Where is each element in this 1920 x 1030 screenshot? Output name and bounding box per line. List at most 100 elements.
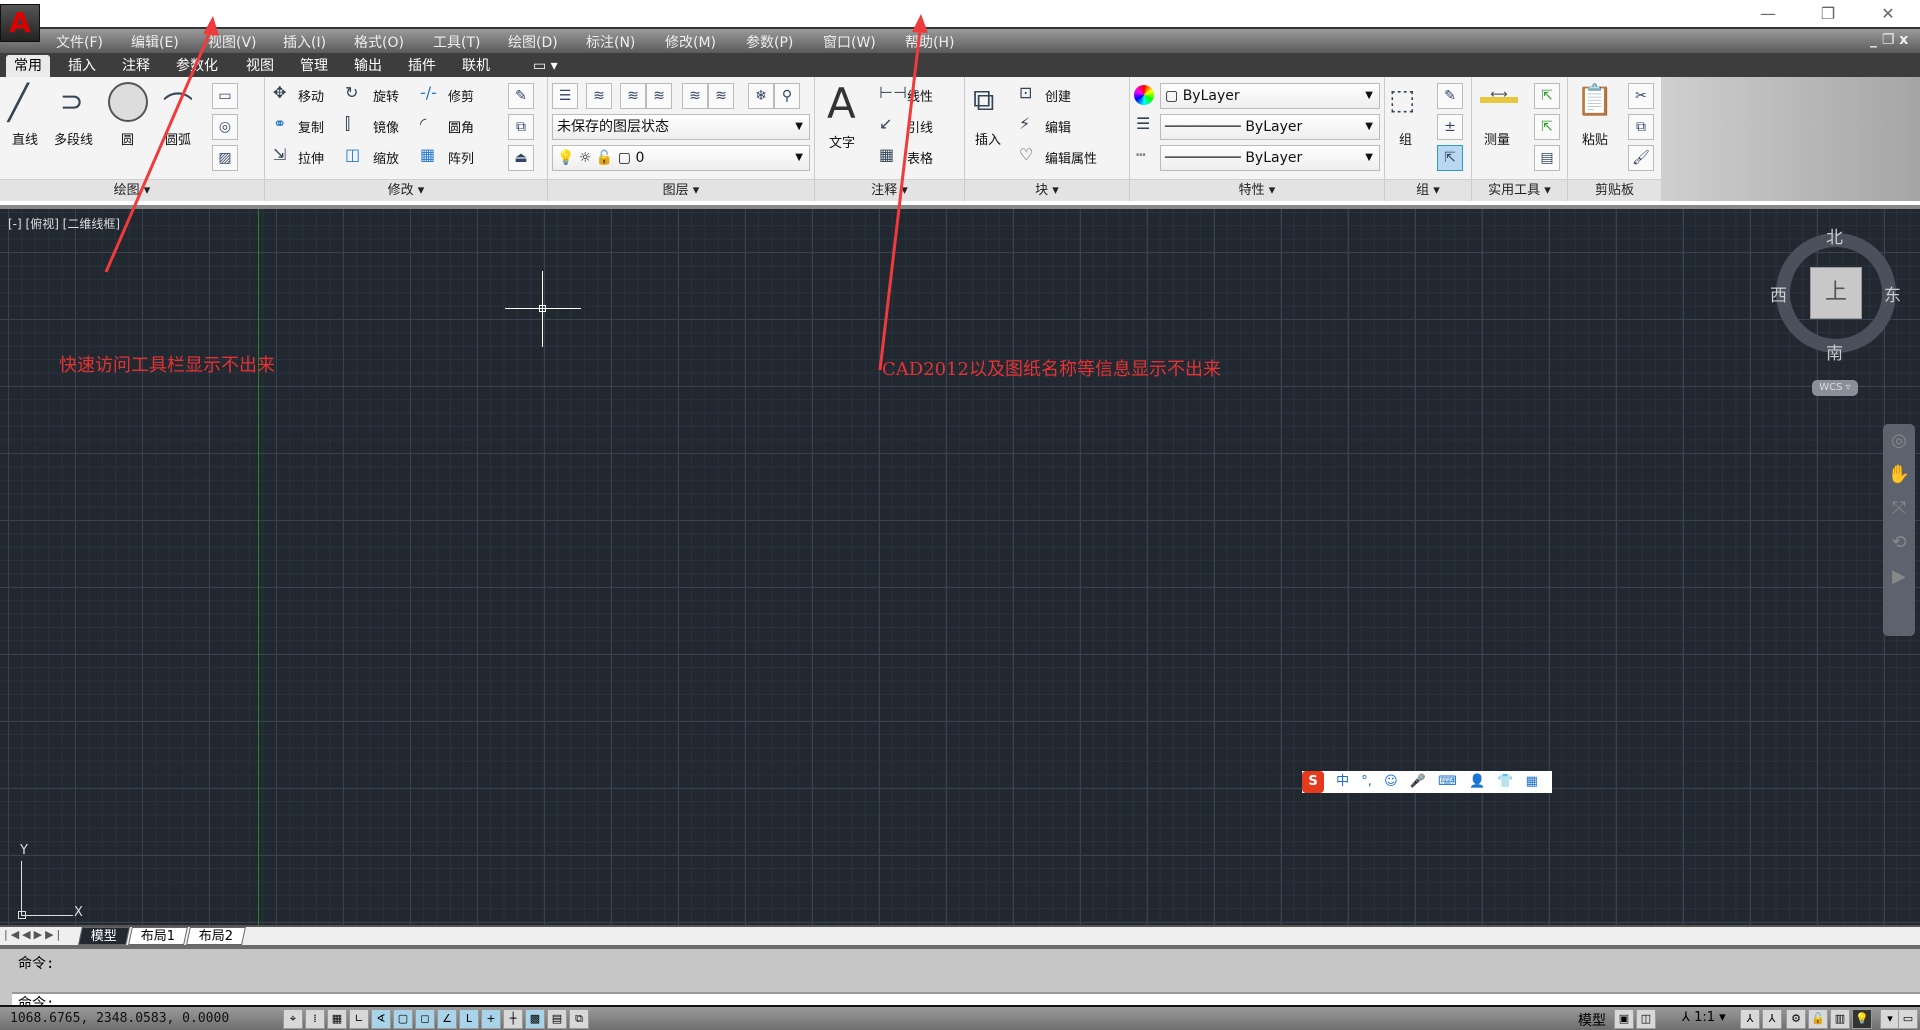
ellipse-icon[interactable]: ◎ [212,114,238,140]
wcs-menu[interactable]: WCS ▿ [1812,380,1858,396]
text-icon[interactable]: A [827,79,856,128]
move-button[interactable]: 移动 [298,86,324,105]
compass-south[interactable]: 南 [1826,339,1843,364]
group-add-remove-icon[interactable]: ± [1437,114,1463,140]
panel-title-properties[interactable]: 特性 ▾ [1130,179,1384,201]
lineweight-dropdown[interactable]: ───────── ByLayer ▼ [1160,114,1380,140]
infer-constraints-toggle[interactable]: ⌖ [283,1009,303,1029]
array-button[interactable]: 阵列 [448,148,474,167]
paste-button[interactable]: 粘贴 [1582,129,1608,148]
isolate-objects-icon[interactable]: 💡 [1852,1009,1872,1029]
group-button[interactable]: 组 [1399,129,1412,148]
table-button[interactable]: 表格 [907,148,933,167]
select-all-icon[interactable]: ⇱ [1534,114,1560,140]
steering-wheel-icon[interactable]: ◎ [1883,424,1915,458]
insert-block-icon[interactable]: ⧉ [973,83,994,118]
trim-button[interactable]: 修剪 [448,86,474,105]
scale-button[interactable]: 缩放 [373,148,399,167]
stretch-button[interactable]: 拉伸 [298,148,324,167]
osnap-toggle[interactable]: ▢ [393,1009,413,1029]
snap-toggle[interactable]: ⁞ [305,1009,325,1029]
tab-model[interactable]: 模型 [78,927,130,945]
leader-button[interactable]: 引线 [907,117,933,136]
pan-icon[interactable]: ✋ [1883,458,1915,492]
circle-icon[interactable] [108,82,148,122]
ime-skin-icon[interactable]: 👕 [1497,774,1513,789]
transparency-toggle[interactable]: ▩ [525,1009,545,1029]
group-selection-icon[interactable]: ⇱ [1437,145,1463,171]
copy-button[interactable]: 复制 [298,117,324,136]
measure-icon[interactable]: ⟷ [1480,87,1518,103]
explode-icon[interactable]: ⧉ [508,114,534,140]
annotation-scale[interactable]: ⅄ 1:1 ▾ [1682,1010,1726,1025]
layer-previous-icon[interactable]: ≋ [646,83,672,109]
ime-voice-icon[interactable]: 🎤 [1410,774,1426,789]
menu-format[interactable]: 格式(O) [354,32,404,52]
mirror-button[interactable]: 镜像 [373,117,399,136]
tab-home[interactable]: 常用 [6,55,50,77]
arc-icon[interactable]: ⌒ [163,83,193,127]
viewport-controls[interactable]: [-] [俯视] [二维线框] [8,215,120,232]
layer-properties-icon[interactable]: ☰ [552,83,578,109]
selection-cycling-toggle[interactable]: ⧉ [569,1009,589,1029]
clean-screen-icon[interactable]: ▭ [1898,1009,1918,1029]
cut-icon[interactable]: ✂ [1628,83,1654,109]
menu-modify[interactable]: 修改(M) [665,32,716,52]
polyline-button[interactable]: 多段线 [54,129,93,148]
fillet-button[interactable]: 圆角 [448,117,474,136]
status-menu-icon[interactable]: ▾ [1880,1009,1900,1029]
panel-title-utilities[interactable]: 实用工具 ▾ [1472,179,1567,201]
sogou-logo-icon[interactable]: S [1302,771,1324,793]
menu-dimension[interactable]: 标注(N) [586,32,635,52]
line-icon[interactable]: ╱ [8,83,28,123]
tab-insert[interactable]: 插入 [60,55,104,77]
lineweight-toggle[interactable]: ┼ [503,1009,523,1029]
ime-menu-icon[interactable]: ▦ [1526,774,1538,789]
linear-dimension-button[interactable]: 线性 [907,86,933,105]
ime-punctuation[interactable]: °, [1361,774,1372,789]
menu-view[interactable]: 视图(V) [208,32,257,52]
layer-isolate-icon[interactable]: ≋ [682,83,708,109]
annotation-visibility-icon[interactable]: ⅄ [1740,1009,1760,1029]
tab-plugins[interactable]: 插件 [400,55,444,77]
otrack-toggle[interactable]: ∠ [437,1009,457,1029]
application-menu-button[interactable]: A [0,4,40,42]
ime-emoji-icon[interactable]: ☺ [1384,774,1398,789]
restore-button[interactable]: ❐ [1808,2,1848,26]
layer-dropdown[interactable]: 💡 ☼ 🔓 ▢ 0 ▼ [552,145,810,171]
menu-edit[interactable]: 编辑(E) [131,32,179,52]
panel-title-layers[interactable]: 图层 ▾ [548,179,814,201]
layer-states-icon[interactable]: ≋ [586,83,612,109]
model-space-button[interactable]: 模型 [1578,1010,1606,1030]
showmotion-icon[interactable]: ▶ [1883,560,1915,594]
panel-title-block[interactable]: 块 ▾ [965,179,1129,201]
match-properties-icon[interactable]: 🖌 [1628,145,1654,171]
ime-keyboard-icon[interactable]: ⌨ [1438,774,1457,789]
create-block-button[interactable]: 创建 [1045,86,1071,105]
line-button[interactable]: 直线 [12,129,38,148]
layer-state-dropdown[interactable]: 未保存的图层状态 ▼ [552,114,810,140]
polyline-icon[interactable]: ⊃ [60,85,83,118]
menu-window[interactable]: 窗口(W) [823,32,876,52]
polar-toggle[interactable]: ∢ [371,1009,391,1029]
copy-clip-icon[interactable]: ⧉ [1628,114,1654,140]
compass-west[interactable]: 西 [1770,281,1787,306]
panel-title-modify[interactable]: 修改 ▾ [265,179,547,201]
text-button[interactable]: 文字 [829,132,855,151]
quick-view-drawings-icon[interactable]: ◫ [1636,1009,1656,1029]
circle-button[interactable]: 圆 [121,129,134,148]
panel-title-annotation[interactable]: 注释 ▾ [815,179,964,201]
tab-online[interactable]: 联机 [454,55,498,77]
quick-view-layouts-icon[interactable]: ▣ [1614,1009,1634,1029]
3d-osnap-toggle[interactable]: ◻ [415,1009,435,1029]
tab-annotate[interactable]: 注释 [114,55,158,77]
compass-north[interactable]: 北 [1826,223,1843,248]
workspace-gear-icon[interactable]: ⚙ [1786,1009,1806,1029]
panel-title-draw[interactable]: 绘图 ▾ [0,179,264,201]
measure-button[interactable]: 测量 [1484,129,1510,148]
toolbar-lock-icon[interactable]: 🔓 [1808,1009,1828,1029]
viewcube-top-face[interactable]: 上 [1810,267,1862,319]
layout-nav-arrows[interactable]: |◀◀▶▶| [4,928,63,941]
edit-block-button[interactable]: 编辑 [1045,117,1071,136]
minimize-button[interactable]: — [1748,2,1788,26]
